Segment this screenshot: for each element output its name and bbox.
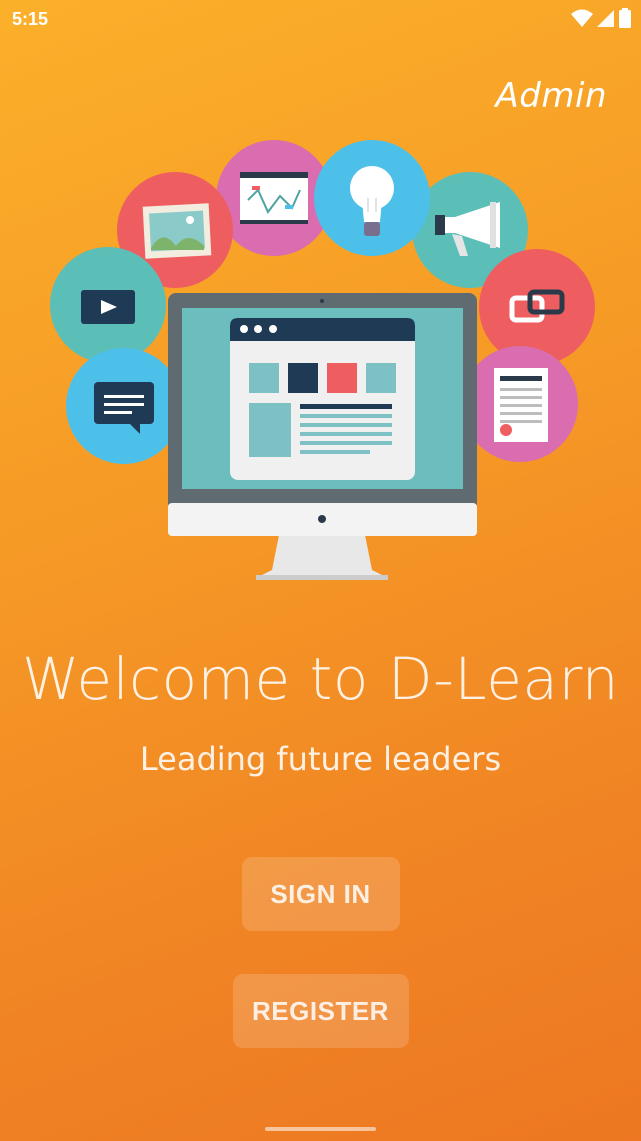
- link-icon: [479, 249, 595, 365]
- lightbulb-icon: [314, 140, 430, 256]
- battery-icon: [619, 8, 631, 28]
- certificate-icon: [462, 346, 578, 462]
- status-time: 5:15: [12, 9, 49, 29]
- status-bar: 5:15: [0, 0, 641, 38]
- sign-in-button[interactable]: SIGN IN: [241, 857, 400, 931]
- monitor-icon: [168, 293, 477, 580]
- hero-illustration: [50, 140, 595, 580]
- home-gesture-handle[interactable]: [265, 1127, 376, 1131]
- welcome-title: Welcome to D-Learn: [21, 645, 620, 713]
- tagline: Leading future leaders: [139, 740, 502, 778]
- register-button[interactable]: REGISTER: [232, 974, 409, 1048]
- signal-icon: [597, 10, 614, 27]
- video-icon: [50, 247, 166, 363]
- status-icons: [571, 8, 631, 28]
- admin-link[interactable]: Admin: [496, 76, 607, 116]
- wifi-icon: [571, 9, 593, 27]
- chat-icon: [66, 348, 182, 464]
